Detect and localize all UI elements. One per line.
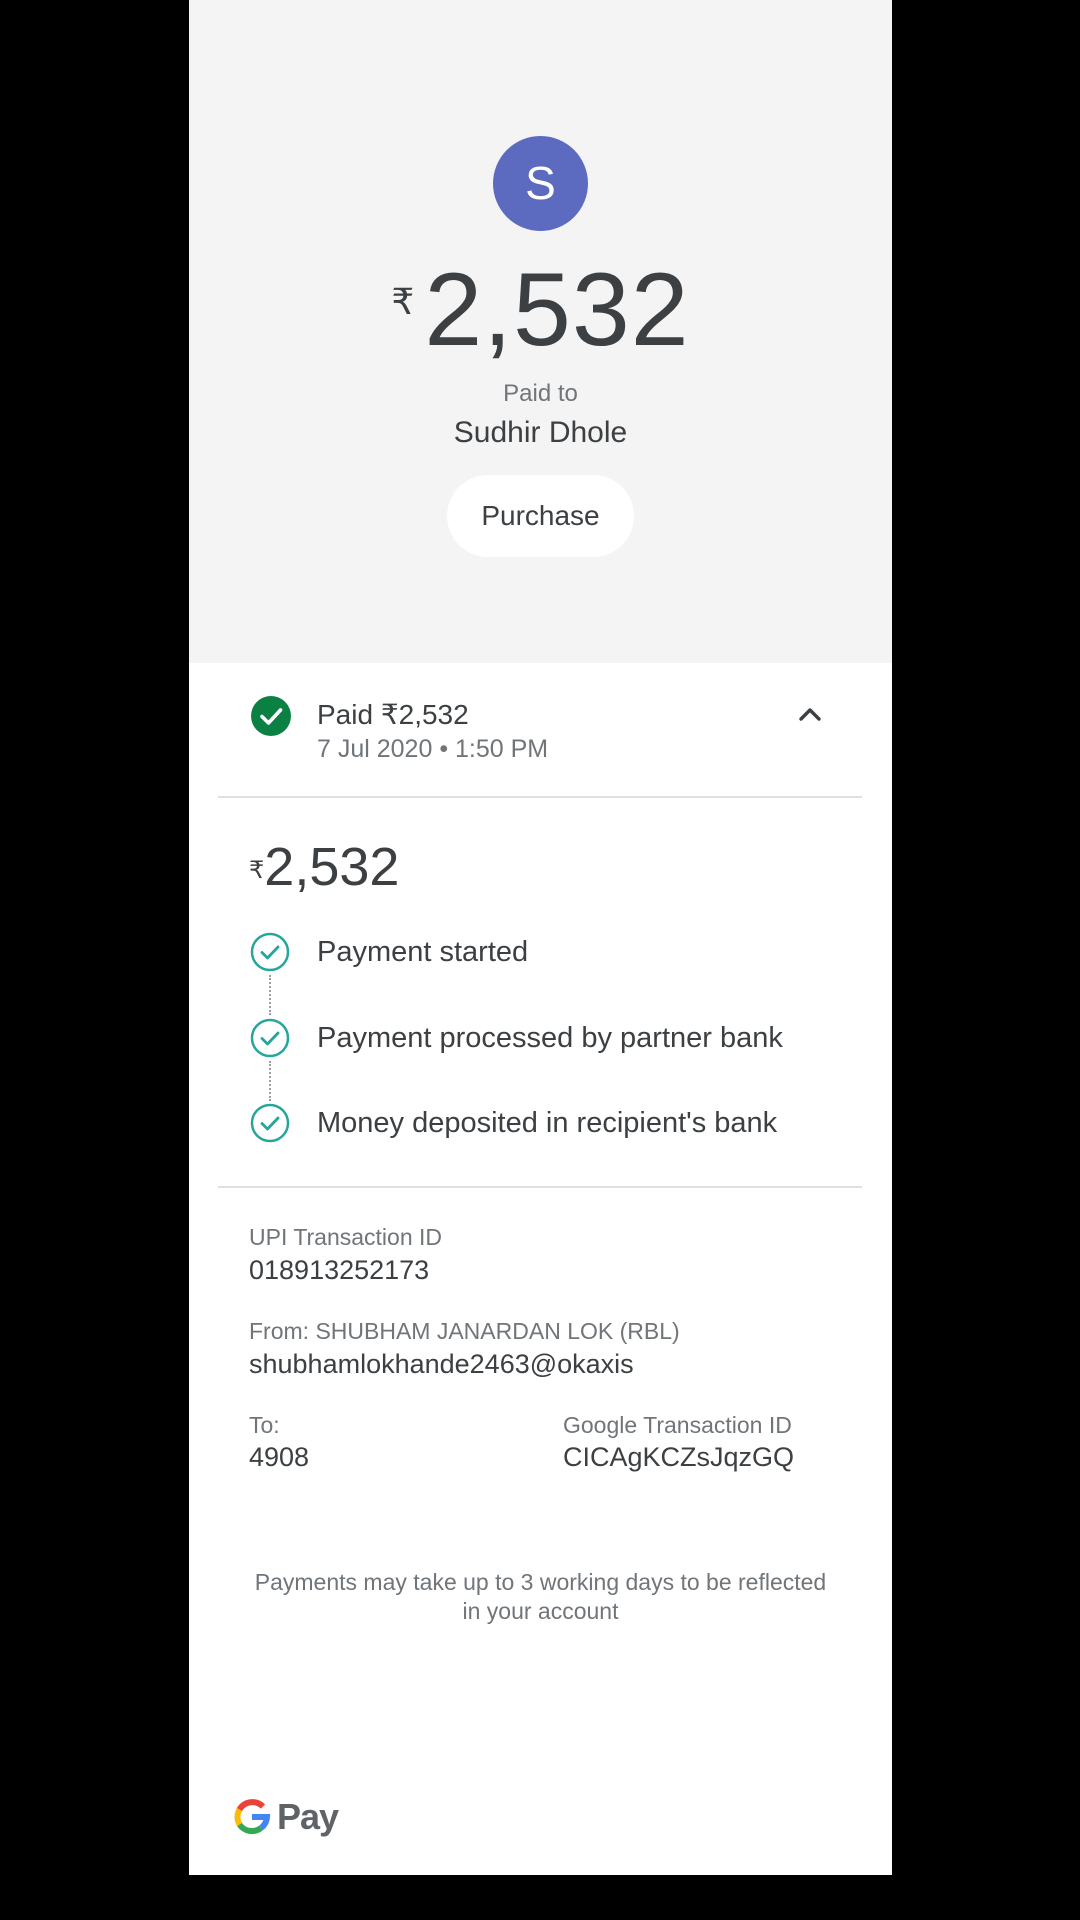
- from-account-value[interactable]: shubhamlokhande2463@okaxis: [249, 1349, 634, 1380]
- amount-value: 2,532: [424, 252, 690, 368]
- brand-text: Pay: [277, 1796, 339, 1837]
- divider: [218, 1186, 862, 1188]
- detail-amount: ₹2,532: [249, 836, 399, 898]
- to-account-value[interactable]: 4908: [249, 1442, 309, 1473]
- payee-avatar[interactable]: S: [493, 136, 588, 231]
- payment-summary-header: S ₹2,532 Paid to Sudhir Dhole Purchase: [189, 0, 892, 663]
- google-transaction-id-label: Google Transaction ID: [563, 1412, 792, 1438]
- status-title: Paid ₹2,532: [317, 699, 469, 730]
- step-label: Payment started: [317, 936, 529, 968]
- check-circle-outline-icon: [250, 1018, 290, 1058]
- from-account-label: From: SHUBHAM JANARDAN LOK (RBL): [249, 1318, 680, 1344]
- step-label: Payment processed by partner bank: [317, 1022, 783, 1054]
- step-label: Money deposited in recipient's bank: [317, 1107, 778, 1139]
- upi-transaction-id-label: UPI Transaction ID: [249, 1224, 443, 1250]
- timeline-step: Payment started: [189, 922, 892, 982]
- check-circle-outline-icon: [250, 932, 290, 972]
- to-account-label: To:: [249, 1412, 280, 1438]
- payment-status-row[interactable]: Paid ₹2,532 7 Jul 2020 • 1:50 PM: [189, 663, 892, 796]
- status-date: 7 Jul 2020 • 1:50 PM: [317, 735, 549, 763]
- processing-time-note: Payments may take up to 3 working days t…: [254, 1569, 827, 1624]
- detail-currency-symbol: ₹: [249, 857, 265, 884]
- transaction-details-screen: S ₹2,532 Paid to Sudhir Dhole Purchase P…: [189, 0, 892, 1875]
- google-transaction-id-value[interactable]: CICAgKCZsJqzGQ: [563, 1442, 794, 1473]
- payment-amount: ₹2,532: [189, 255, 892, 365]
- chevron-up-icon[interactable]: [795, 699, 825, 729]
- payee-name[interactable]: Sudhir Dhole: [189, 416, 892, 450]
- detail-amount-value: 2,532: [264, 837, 400, 897]
- google-g-icon: [234, 1799, 271, 1835]
- divider: [218, 796, 862, 798]
- category-chip[interactable]: Purchase: [447, 475, 634, 557]
- paid-to-label: Paid to: [503, 380, 578, 407]
- timeline-step: Money deposited in recipient's bank: [189, 1093, 892, 1153]
- check-circle-outline-icon: [250, 1103, 290, 1143]
- check-circle-filled-icon: [251, 696, 291, 736]
- currency-symbol: ₹: [391, 281, 415, 322]
- timeline-step: Payment processed by partner bank: [189, 1008, 892, 1068]
- upi-transaction-id-value[interactable]: 018913252173: [249, 1255, 429, 1286]
